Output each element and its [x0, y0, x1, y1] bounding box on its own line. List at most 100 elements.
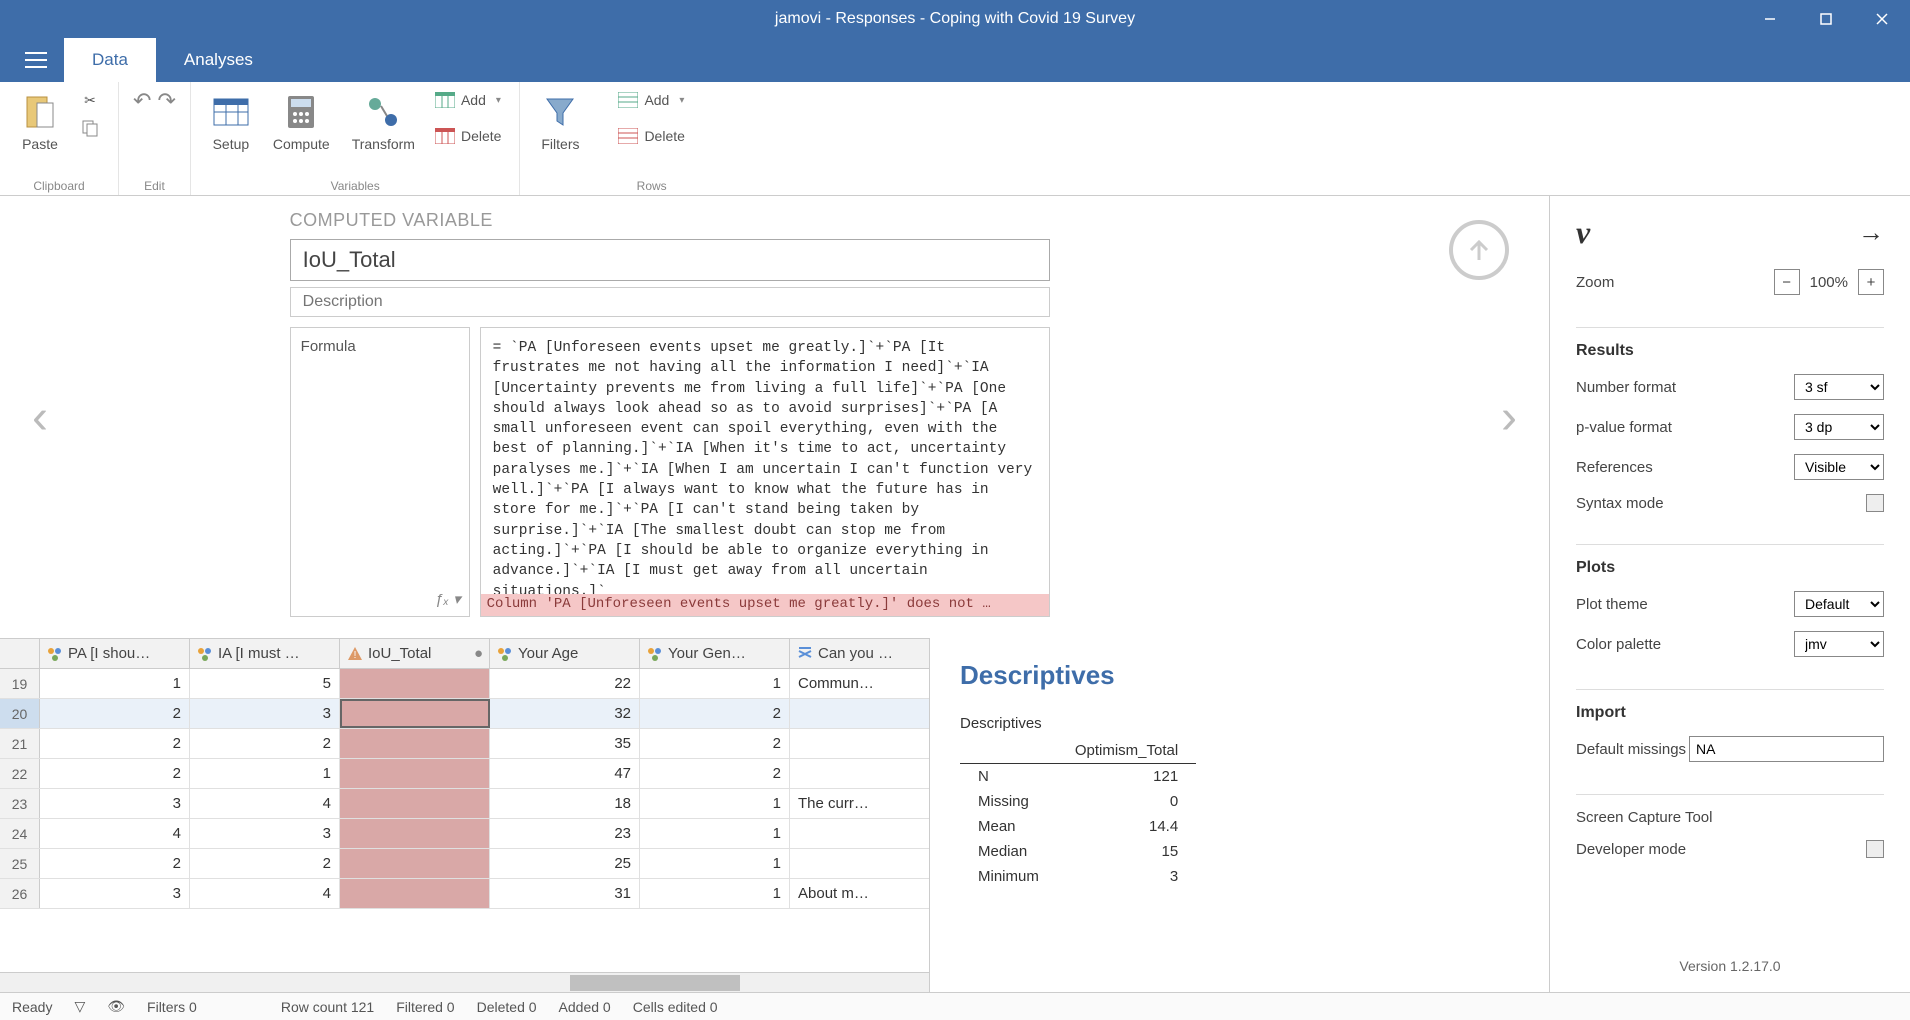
pvalue-format-select[interactable]: 3 dp	[1794, 414, 1884, 440]
eye-icon[interactable]: 👁	[107, 998, 125, 1015]
cell[interactable]: 1	[40, 669, 190, 698]
cell[interactable]: 2	[190, 729, 340, 758]
zoom-in-button[interactable]: +	[1858, 269, 1884, 295]
cell[interactable]: 2	[640, 759, 790, 788]
redo-button[interactable]: ↷	[157, 88, 175, 114]
developer-mode-checkbox[interactable]	[1866, 840, 1884, 858]
retain-button[interactable]	[1449, 220, 1509, 280]
cell[interactable]	[790, 819, 940, 848]
compute-button[interactable]: Compute	[267, 88, 336, 156]
references-select[interactable]: Visible	[1794, 454, 1884, 480]
cell[interactable]: 1	[640, 789, 790, 818]
variables-delete-button[interactable]: Delete	[431, 124, 505, 148]
cell[interactable]: 35	[490, 729, 640, 758]
zoom-out-button[interactable]: −	[1774, 269, 1800, 295]
cell[interactable]: 23	[490, 819, 640, 848]
column-header[interactable]: Can you …	[790, 639, 940, 668]
default-missings-input[interactable]	[1689, 736, 1884, 762]
settings-panel: ν → Zoom − 100% + Results Number format3…	[1550, 196, 1910, 992]
cell[interactable]: 32	[490, 699, 640, 728]
cell[interactable]: 3	[190, 819, 340, 848]
close-button[interactable]	[1854, 0, 1910, 38]
cell[interactable]: 1	[190, 759, 340, 788]
column-header[interactable]: PA [I shou…	[40, 639, 190, 668]
screen-capture-button[interactable]: Screen Capture Tool	[1576, 809, 1712, 826]
cell[interactable]: 4	[190, 789, 340, 818]
rows-add-button[interactable]: Add	[614, 88, 688, 112]
transform-button[interactable]: Transform	[346, 88, 421, 156]
cell[interactable]	[340, 729, 490, 758]
cell[interactable]: 3	[190, 699, 340, 728]
cell[interactable]: 2	[640, 729, 790, 758]
cell[interactable]: 2	[40, 759, 190, 788]
variables-add-button[interactable]: Add	[431, 88, 505, 112]
variable-name-input[interactable]	[290, 239, 1050, 281]
cell[interactable]	[790, 729, 940, 758]
cell[interactable]: 4	[190, 879, 340, 908]
cell[interactable]: About m…	[790, 879, 940, 908]
cell[interactable]	[790, 699, 940, 728]
plot-theme-select[interactable]: Default	[1794, 591, 1884, 617]
setup-button[interactable]: Setup	[205, 88, 257, 156]
cell[interactable]: 4	[40, 819, 190, 848]
cell[interactable]	[790, 759, 940, 788]
cell[interactable]	[340, 759, 490, 788]
column-header[interactable]: !IoU_Total●	[340, 639, 490, 668]
cut-button[interactable]: ✂	[76, 88, 104, 112]
cell[interactable]	[340, 879, 490, 908]
cell[interactable]: 1	[640, 819, 790, 848]
cell[interactable]: 3	[40, 879, 190, 908]
cell[interactable]	[340, 849, 490, 878]
ribbon-group-filters: Filters	[520, 82, 600, 195]
cell[interactable]: 1	[640, 849, 790, 878]
cell[interactable]: 2	[40, 729, 190, 758]
variable-description-input[interactable]	[290, 287, 1050, 317]
syntax-mode-checkbox[interactable]	[1866, 494, 1884, 512]
fx-dropdown-button[interactable]: ƒₓ ▾	[435, 590, 461, 608]
rows-delete-icon	[618, 126, 638, 146]
cell[interactable]: 18	[490, 789, 640, 818]
variable-type-icon	[196, 645, 214, 663]
status-deleted: Deleted 0	[477, 999, 537, 1015]
cell[interactable]: 31	[490, 879, 640, 908]
formula-error: Column 'PA [Unforeseen events upset me g…	[481, 594, 1049, 616]
cell[interactable]	[340, 789, 490, 818]
undo-button[interactable]: ↶	[133, 88, 151, 114]
cell[interactable]: 1	[640, 879, 790, 908]
cell[interactable]: Commun…	[790, 669, 940, 698]
cell[interactable]: 3	[40, 789, 190, 818]
cell[interactable]	[790, 849, 940, 878]
cell[interactable]: 47	[490, 759, 640, 788]
paste-button[interactable]: Paste	[14, 88, 66, 156]
menu-hamburger-icon[interactable]	[8, 38, 64, 82]
cell[interactable]	[340, 699, 490, 728]
maximize-button[interactable]	[1798, 0, 1854, 38]
cell[interactable]: 2	[40, 849, 190, 878]
filter-icon[interactable]: ▽	[74, 998, 85, 1015]
prev-variable-button[interactable]: ‹	[0, 196, 80, 638]
variable-type-icon	[796, 645, 814, 663]
cell[interactable]: 22	[490, 669, 640, 698]
cell[interactable]: 2	[640, 699, 790, 728]
forward-arrow-button[interactable]: →	[1858, 217, 1884, 248]
tab-data[interactable]: Data	[64, 38, 156, 82]
column-header[interactable]: Your Age	[490, 639, 640, 668]
column-header[interactable]: Your Gen…	[640, 639, 790, 668]
cell[interactable]	[340, 669, 490, 698]
filters-button[interactable]: Filters	[534, 88, 586, 156]
tab-analyses[interactable]: Analyses	[156, 38, 281, 82]
cell[interactable]: 2	[190, 849, 340, 878]
rows-delete-button[interactable]: Delete	[614, 124, 688, 148]
cell[interactable]: 2	[40, 699, 190, 728]
formula-textarea[interactable]: = `PA [Unforeseen events upset me greatl…	[480, 327, 1050, 617]
copy-button[interactable]	[76, 116, 104, 140]
cell[interactable]	[340, 819, 490, 848]
cell[interactable]: 25	[490, 849, 640, 878]
cell[interactable]: 1	[640, 669, 790, 698]
minimize-button[interactable]	[1742, 0, 1798, 38]
cell[interactable]: The curr…	[790, 789, 940, 818]
cell[interactable]: 5	[190, 669, 340, 698]
column-header[interactable]: IA [I must …	[190, 639, 340, 668]
color-palette-select[interactable]: jmv	[1794, 631, 1884, 657]
number-format-select[interactable]: 3 sf	[1794, 374, 1884, 400]
